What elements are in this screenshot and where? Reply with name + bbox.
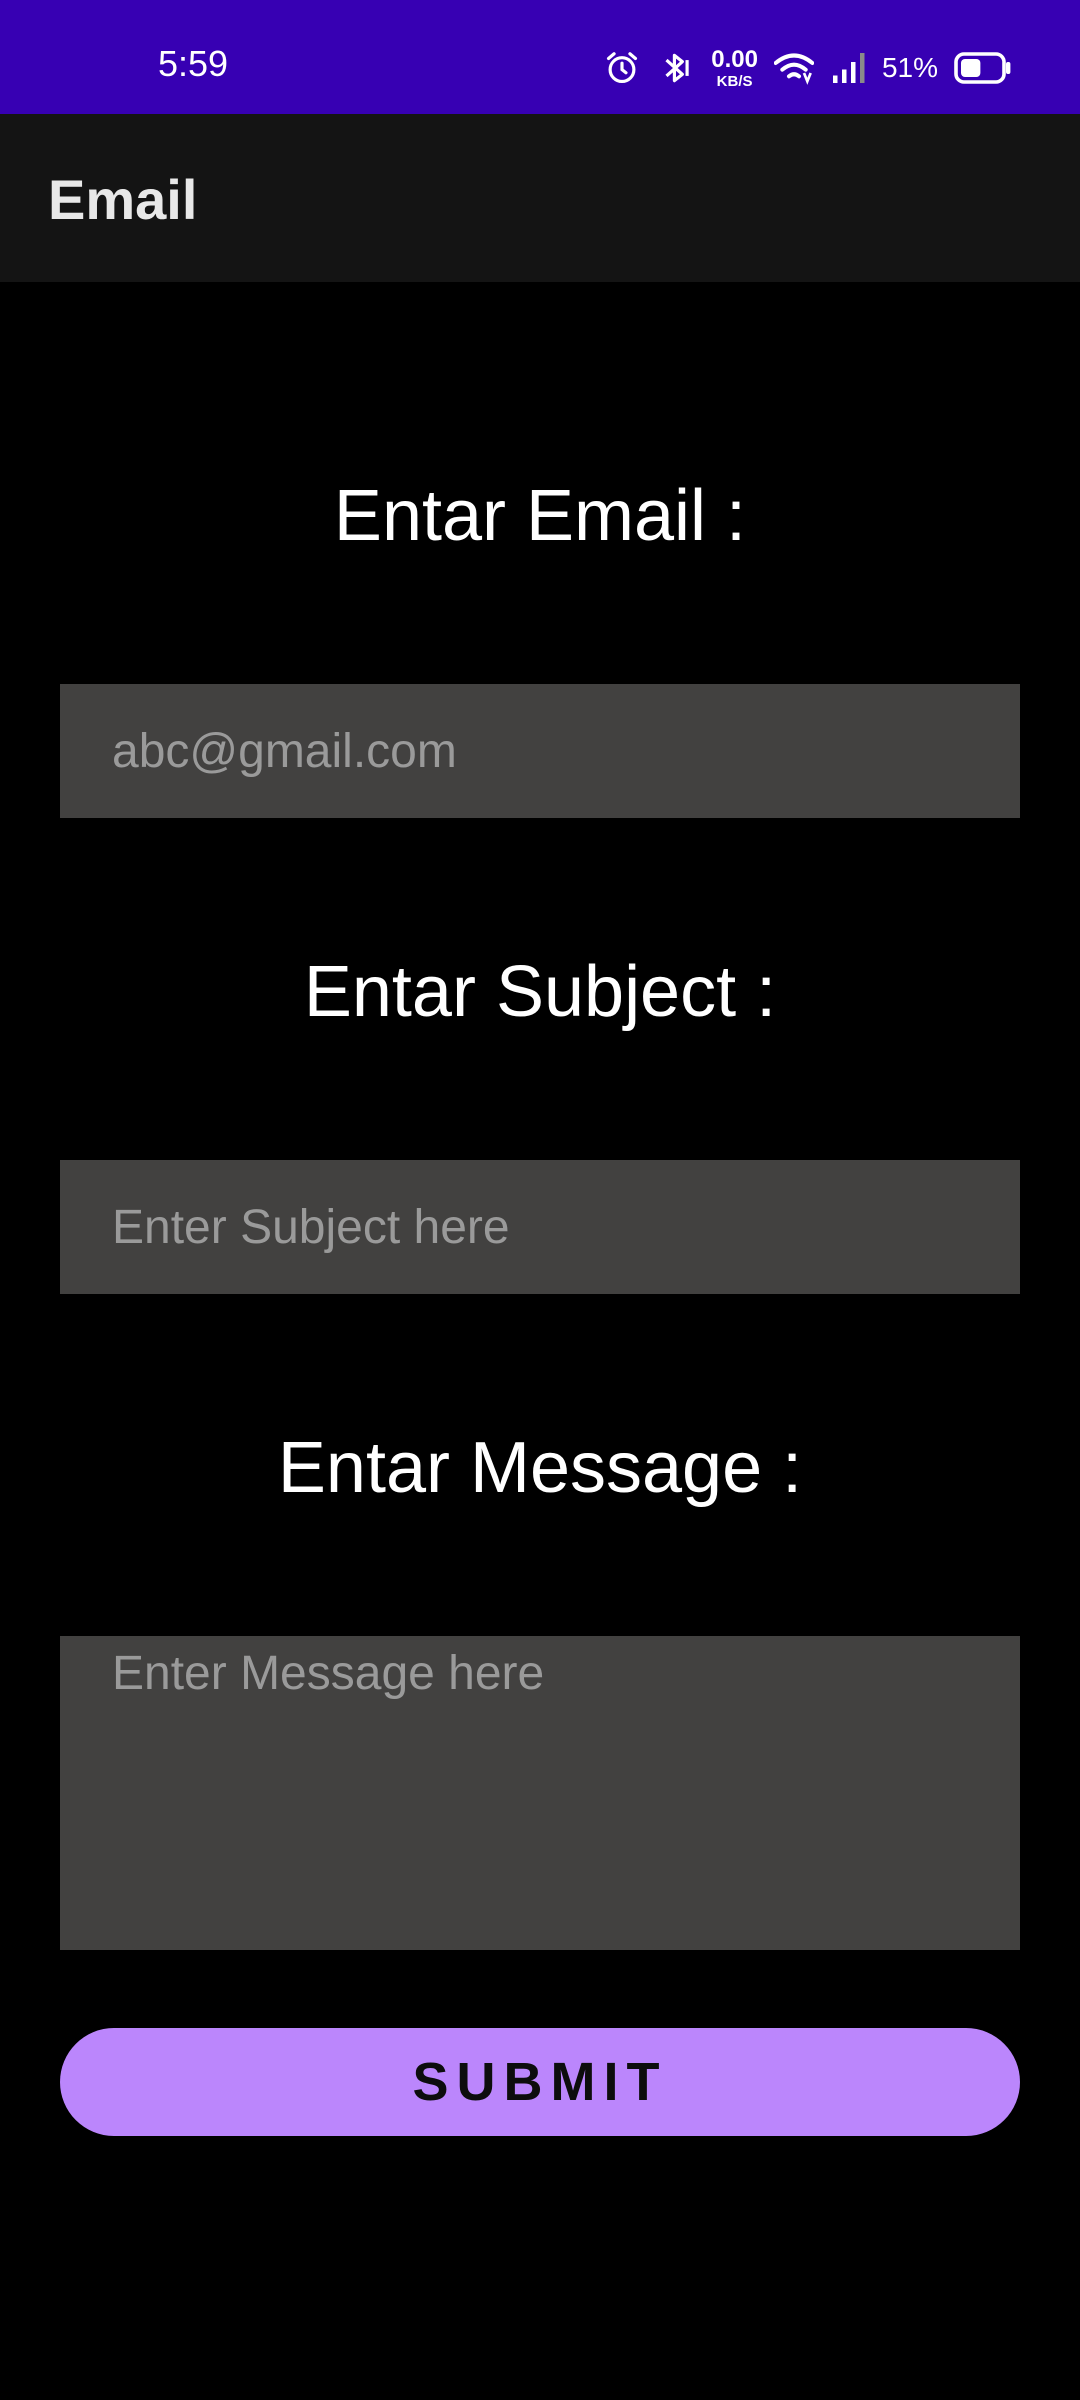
status-time: 5:59 [158, 43, 229, 84]
wifi-icon [773, 50, 814, 86]
network-speed-unit: KB/S [716, 72, 753, 90]
status-icons: 0.00 KB/S 51% [603, 44, 1012, 92]
network-speed: 0.00 KB/S [711, 45, 758, 90]
submit-button[interactable]: SUBMIT [60, 2028, 1020, 2136]
bluetooth-icon [657, 49, 695, 87]
message-field[interactable] [60, 1636, 1020, 1950]
battery-percent: 51% [881, 52, 938, 83]
battery-icon [954, 52, 1012, 84]
subject-label: Entar Subject : [303, 952, 777, 1032]
app-bar: Email [0, 114, 1080, 282]
status-bar: 5:59 0.00 KB/S 51% [0, 0, 1080, 114]
app-title: Email [48, 168, 198, 231]
subject-field[interactable] [60, 1160, 1020, 1294]
email-label: Entar Email : [333, 476, 747, 556]
network-speed-value: 0.00 [711, 45, 758, 73]
message-label: Entar Message : [277, 1428, 803, 1508]
alarm-icon [603, 49, 641, 87]
email-field[interactable] [60, 684, 1020, 818]
signal-icon [830, 50, 866, 86]
